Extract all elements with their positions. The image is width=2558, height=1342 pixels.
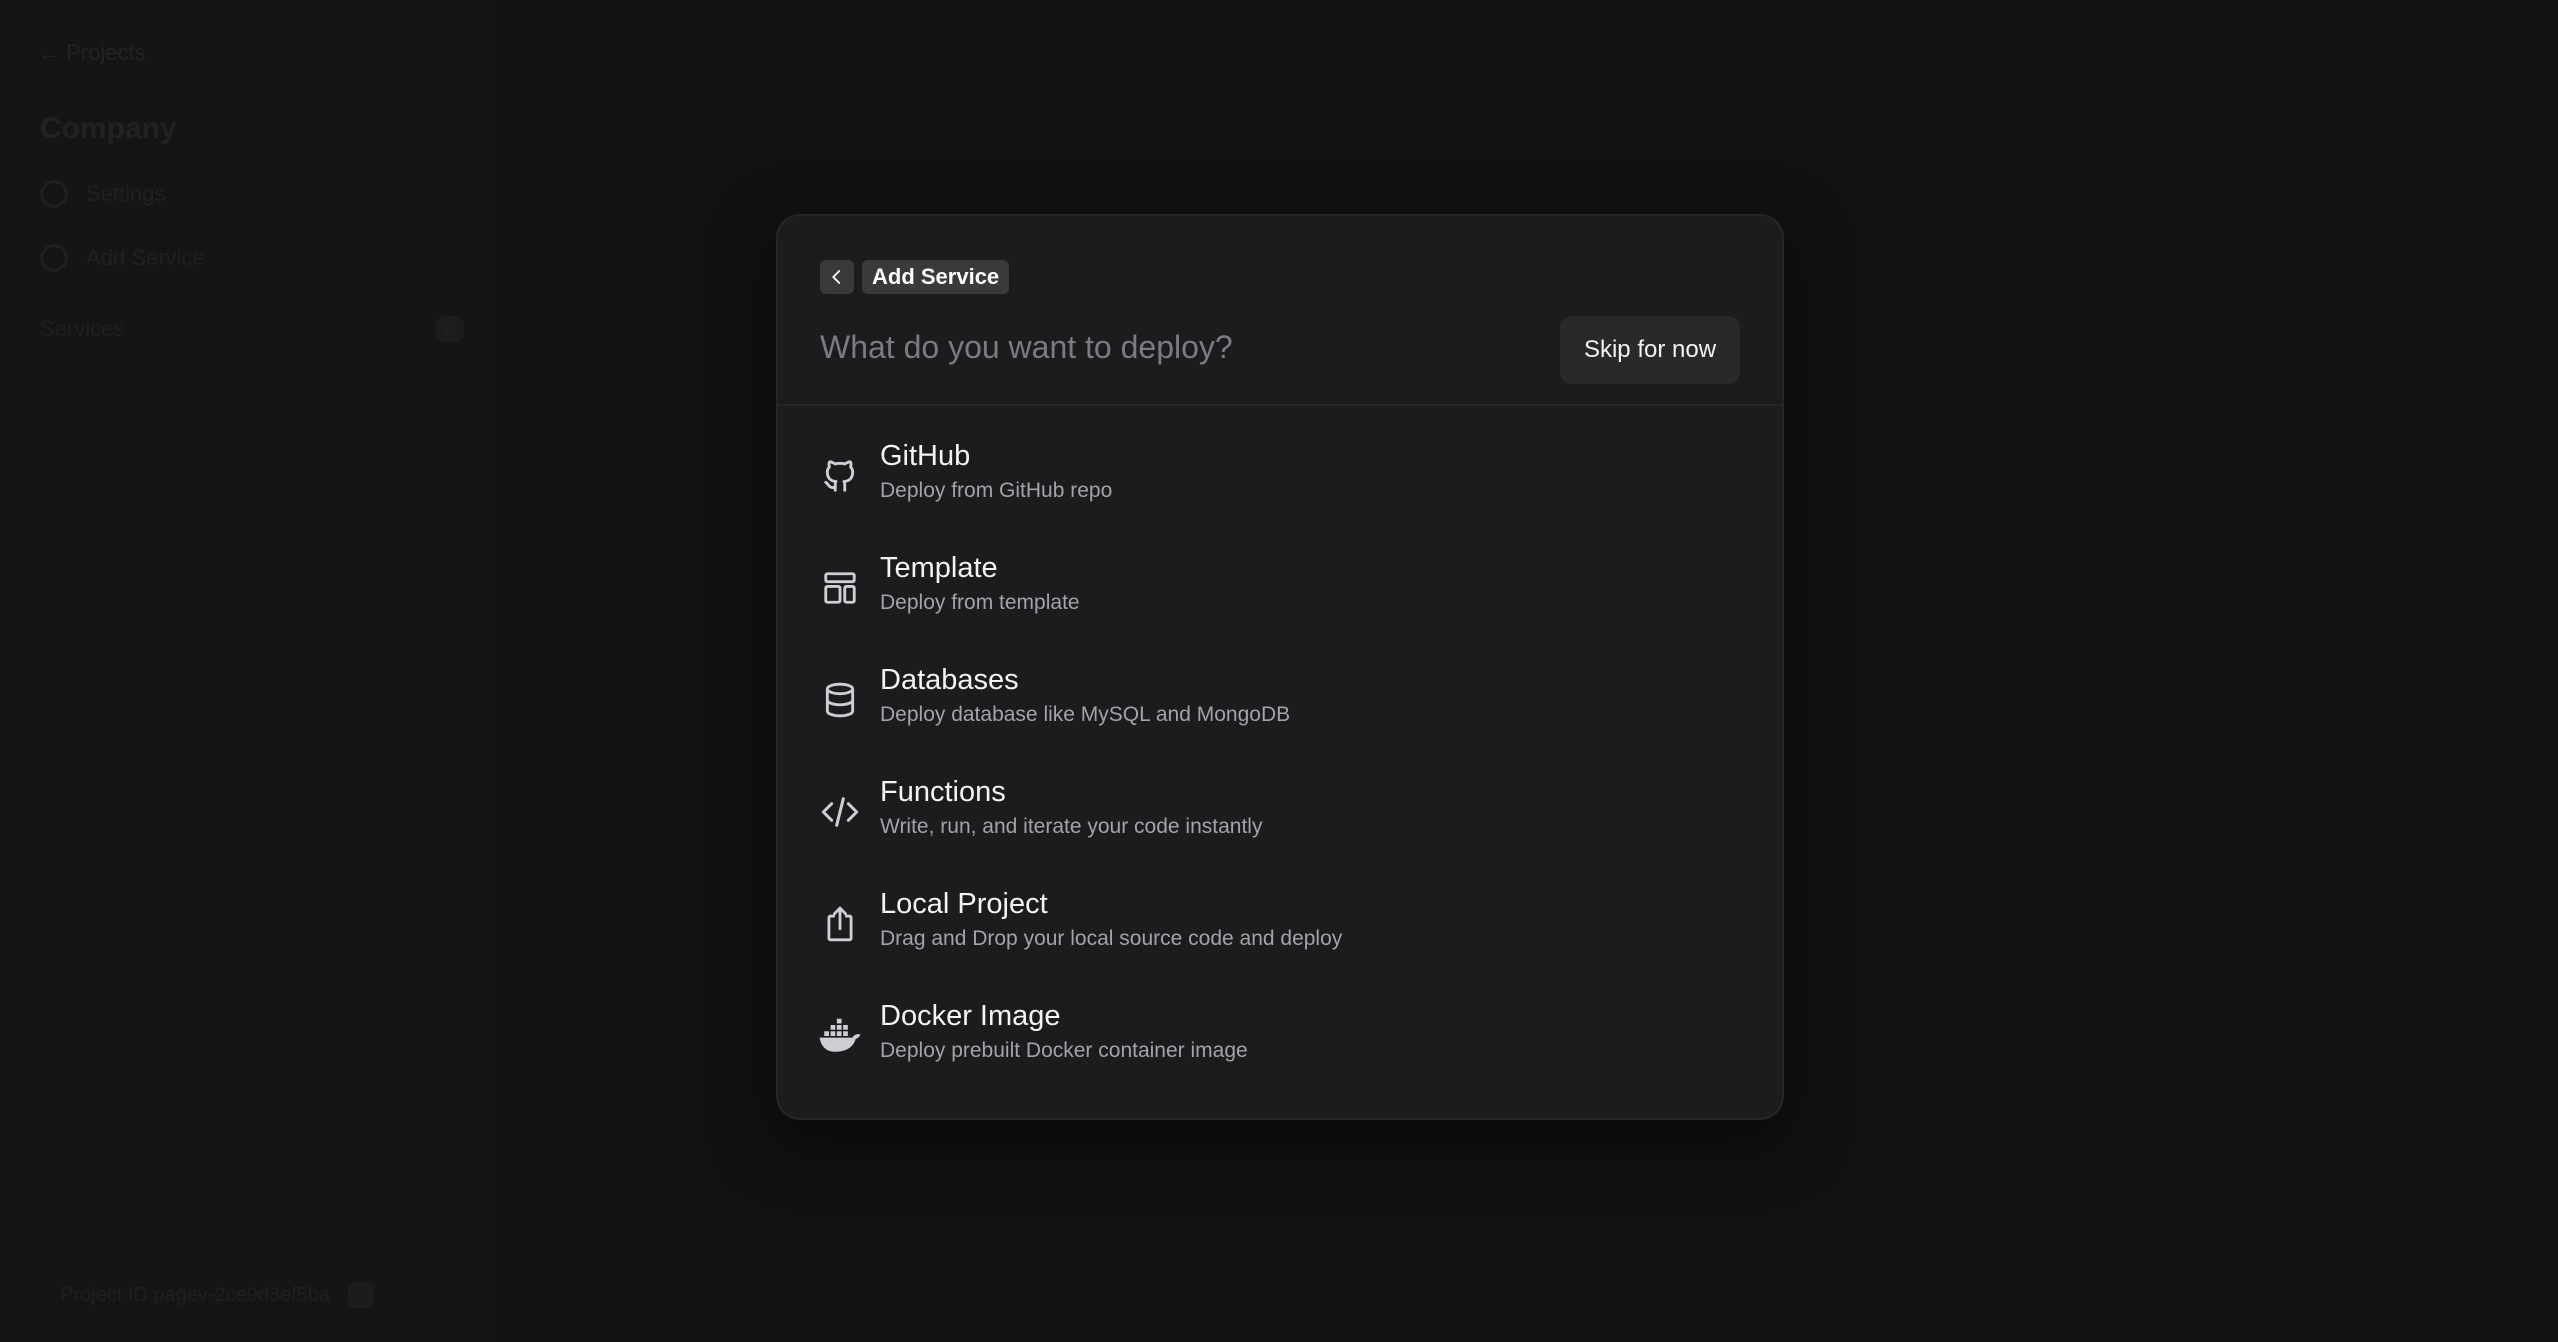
skip-for-now-button[interactable]: Skip for now	[1560, 316, 1740, 384]
sidebar-item-label: Add Service	[86, 245, 205, 270]
sidebar-back-link[interactable]: ← Projects	[38, 40, 146, 66]
template-icon	[818, 566, 862, 610]
breadcrumb: Add Service	[862, 260, 1010, 294]
sidebar-section-label: Services	[40, 316, 125, 341]
option-title: Functions	[880, 776, 1006, 808]
option-local-project[interactable]: Local Project Drag and Drop your local s…	[818, 878, 1738, 978]
deploy-search-input[interactable]	[818, 322, 1522, 372]
back-button[interactable]	[820, 260, 854, 294]
upload-icon	[818, 902, 862, 946]
option-description: Deploy from GitHub repo	[880, 479, 1113, 502]
modal-header: Add Service Skip for now	[778, 216, 1782, 406]
sidebar-item-label: Settings	[86, 181, 166, 206]
add-service-modal: Add Service Skip for now GitHub Deploy f…	[776, 214, 1784, 1120]
services-count-badge: 0	[435, 316, 464, 342]
option-description: Drag and Drop your local source code and…	[880, 927, 1343, 950]
sidebar-project-title: Company	[40, 112, 177, 145]
project-id-label: Project ID pagev-2ce9d3ef5ba	[60, 1283, 331, 1306]
docker-icon	[818, 1014, 862, 1058]
sidebar-item-add-service[interactable]: Add Service	[40, 244, 205, 272]
option-description: Deploy from template	[880, 591, 1080, 614]
option-description: Deploy prebuilt Docker container image	[880, 1039, 1248, 1062]
option-databases[interactable]: Databases Deploy database like MySQL and…	[818, 654, 1738, 754]
option-description: Write, run, and iterate your code instan…	[880, 815, 1263, 838]
option-title: Databases	[880, 664, 1019, 696]
code-icon	[818, 790, 862, 834]
sidebar-services-section: Services 0	[40, 316, 464, 342]
settings-icon	[40, 180, 68, 208]
sidebar: ← Projects Company Settings Add Service …	[0, 0, 495, 1342]
option-github[interactable]: GitHub Deploy from GitHub repo	[818, 430, 1738, 530]
option-functions[interactable]: Functions Write, run, and iterate your c…	[818, 766, 1738, 866]
sidebar-footer: Project ID pagev-2ce9d3ef5ba	[60, 1282, 375, 1308]
option-description: Deploy database like MySQL and MongoDB	[880, 703, 1291, 726]
option-docker-image[interactable]: Docker Image Deploy prebuilt Docker cont…	[818, 990, 1738, 1090]
github-icon	[818, 454, 862, 498]
copy-icon[interactable]	[348, 1282, 375, 1308]
database-icon	[818, 678, 862, 722]
option-title: Docker Image	[880, 1000, 1061, 1032]
sidebar-item-settings[interactable]: Settings	[40, 180, 166, 208]
option-title: Local Project	[880, 888, 1048, 920]
chevron-left-icon	[832, 270, 841, 284]
option-template[interactable]: Template Deploy from template	[818, 542, 1738, 642]
option-title: Template	[880, 552, 998, 584]
plus-circle-icon	[40, 244, 68, 272]
option-title: GitHub	[880, 440, 971, 472]
